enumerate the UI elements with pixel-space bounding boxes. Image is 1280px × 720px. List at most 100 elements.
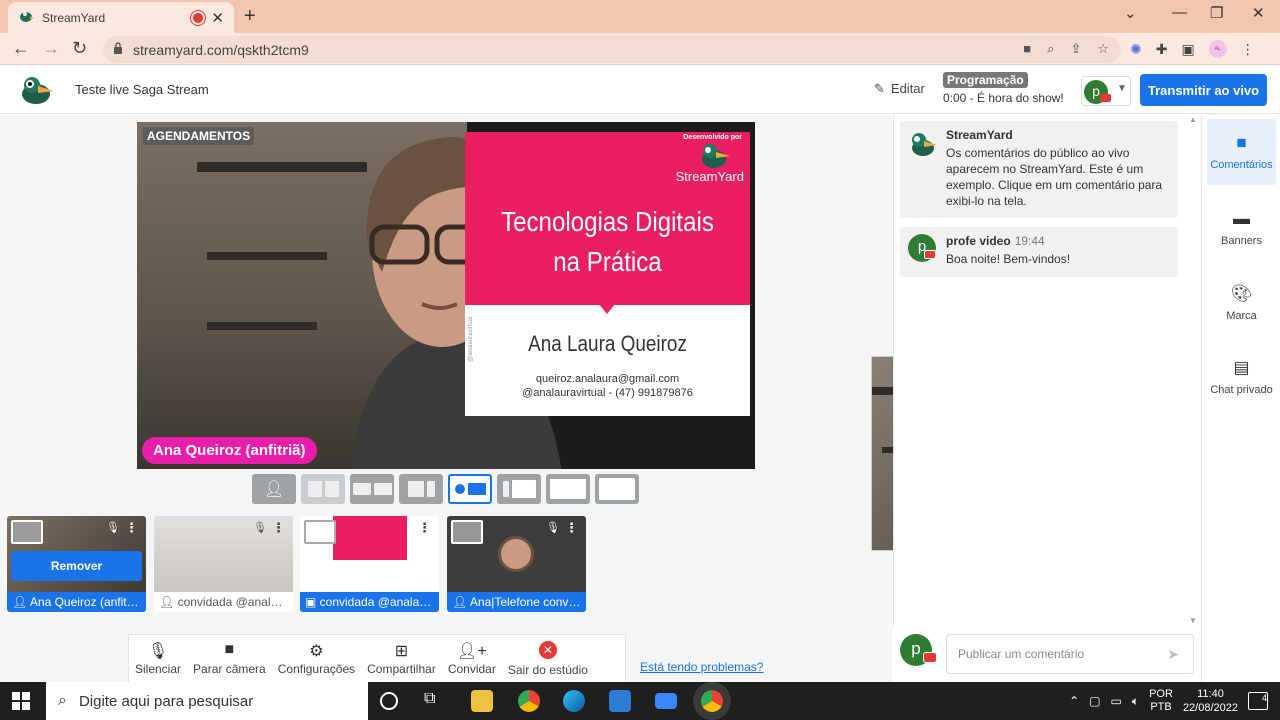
layout-solo-button[interactable]: 👤︎: [252, 474, 296, 504]
reload-icon[interactable]: ↻: [72, 38, 87, 59]
tab-brand[interactable]: 🎨︎ Marca: [1207, 270, 1276, 336]
layout-group-button[interactable]: [301, 474, 345, 504]
comment-author: profe video: [946, 234, 1011, 248]
comment-item[interactable]: p profe video 19:44 Boa noite! Bem-vindos…: [900, 227, 1178, 277]
send-icon[interactable]: ➤: [1167, 646, 1179, 663]
tab-comments[interactable]: ■ Comentários: [1207, 119, 1276, 185]
destination-selector[interactable]: p ▼: [1081, 76, 1131, 106]
browser-tab[interactable]: StreamYard ✕: [8, 2, 234, 33]
go-live-button[interactable]: Transmitir ao vivo: [1140, 74, 1267, 106]
edge-icon[interactable]: [563, 690, 585, 712]
participant-tile[interactable]: 🎙︎ ⋮ 👤︎ convidada @analauravirtual: [154, 516, 293, 612]
chrome-icon[interactable]: [518, 690, 540, 712]
volume-icon[interactable]: 🔈︎: [1132, 694, 1139, 709]
studio-toolbar: 🎙︎ Silenciar ■ Parar câmera ⚙ Configuraç…: [128, 634, 626, 682]
participant-tile[interactable]: 🎙︎ ⋮ 👤︎ Ana|Telefone convidada: [447, 516, 586, 612]
more-options-icon[interactable]: ⋮: [272, 520, 285, 536]
tab-search-chevron-icon[interactable]: ⌄: [1124, 4, 1137, 22]
more-options-icon[interactable]: ⋮: [125, 520, 138, 536]
zoom-icon[interactable]: ⌕: [1047, 41, 1054, 57]
layout-fullscreen-button[interactable]: [595, 474, 639, 504]
extension-gear-icon[interactable]: ✺: [1130, 41, 1142, 58]
leave-studio-button[interactable]: ✕ Sair do estúdio: [502, 635, 594, 682]
extensions-puzzle-icon[interactable]: ✚: [1156, 41, 1168, 58]
screen-icon: [467, 483, 486, 495]
url-field[interactable]: streamyard.com/qskth2tcm9 ■ ⌕ ⇪ ☆: [103, 36, 1121, 63]
settings-button[interactable]: ⚙ Configurações: [272, 635, 361, 682]
clock[interactable]: 11:40 22/08/2022: [1183, 687, 1238, 715]
edit-button[interactable]: ✎ Editar: [874, 81, 925, 97]
side-panel-icon[interactable]: ▣: [1181, 41, 1194, 58]
microphone-muted-icon[interactable]: 🎙︎: [253, 521, 267, 534]
browser-menu-icon[interactable]: ⋮: [1241, 41, 1255, 58]
tray-chevron-icon[interactable]: ⌃: [1069, 694, 1079, 708]
close-window-icon[interactable]: ✕: [1252, 4, 1265, 22]
profile-avatar[interactable]: ᴬᴸ: [1208, 40, 1227, 58]
help-link[interactable]: Está tendo problemas?: [640, 660, 763, 674]
gear-icon: ⚙: [309, 643, 324, 660]
layout-side-by-side-button[interactable]: [448, 474, 492, 504]
task-view-icon[interactable]: ⧉: [424, 690, 446, 712]
broadcast-title[interactable]: Teste live Saga Stream: [75, 82, 209, 97]
layout-block: [407, 481, 424, 497]
remove-from-stage-button[interactable]: Remover: [11, 551, 142, 581]
more-options-icon[interactable]: ⋮: [565, 520, 578, 536]
new-tab-button[interactable]: +: [244, 5, 256, 28]
url-text: streamyard.com/qskth2tcm9: [133, 41, 309, 58]
microphone-muted-icon[interactable]: 🎙︎: [546, 521, 560, 534]
layout-block: [599, 478, 635, 500]
lock-icon: [113, 42, 123, 57]
recording-indicator-icon: [193, 12, 204, 23]
mail-icon[interactable]: [655, 693, 677, 709]
streamyard-avatar-icon: [912, 133, 937, 156]
participant-tile[interactable]: ⋮ ▣ convidada @analauravirtual: [300, 516, 439, 612]
taskbar-search[interactable]: ⌕ Digite aqui para pesquisar: [46, 682, 368, 720]
bookmark-star-icon[interactable]: ☆: [1097, 41, 1109, 57]
restore-icon[interactable]: ❐: [1210, 4, 1223, 22]
share-screen-button[interactable]: ⊞ Compartilhar: [361, 635, 442, 682]
comment-item[interactable]: StreamYard Os comentários do público ao …: [900, 121, 1178, 218]
comments-scrollbar[interactable]: ▲ ▼: [1186, 115, 1200, 625]
cortana-icon[interactable]: [380, 692, 398, 710]
back-icon[interactable]: ←: [12, 38, 30, 59]
close-tab-icon[interactable]: ✕: [211, 9, 224, 27]
layout-block: [426, 481, 435, 497]
share-page-icon[interactable]: ⇪: [1070, 41, 1081, 57]
forward-icon[interactable]: →: [42, 38, 60, 59]
stop-camera-button[interactable]: ■ Parar câmera: [187, 635, 272, 682]
windows-start-icon[interactable]: [12, 692, 30, 710]
slide-notch: [599, 304, 615, 314]
scroll-down-icon[interactable]: ▼: [1189, 616, 1197, 625]
layout-sidebar-button[interactable]: [497, 474, 541, 504]
participant-label: ▣ convidada @analauravirtual: [300, 592, 439, 612]
tab-private-chat[interactable]: ▤ Chat privado: [1207, 344, 1276, 410]
slide-logo-icon: [702, 144, 730, 168]
notifications-icon[interactable]: 4: [1248, 692, 1268, 710]
participant-avatar: [498, 536, 534, 572]
mute-button[interactable]: 🎙︎ Silenciar: [129, 635, 187, 682]
host-name-label: Ana Queiroz (anfitriã): [142, 437, 317, 464]
store-icon[interactable]: [609, 690, 631, 712]
microphone-icon[interactable]: 🎙︎: [106, 521, 120, 534]
more-options-icon[interactable]: ⋮: [418, 520, 431, 536]
meet-now-icon[interactable]: ▢: [1089, 694, 1100, 708]
clock-date: 22/08/2022: [1182, 702, 1238, 714]
tab-banners[interactable]: ▬ Banners: [1207, 195, 1276, 261]
invite-button[interactable]: 👤︎+ Convidar: [442, 635, 502, 682]
layout-thin-button[interactable]: [399, 474, 443, 504]
comment-text: Os comentários do público ao vivo aparec…: [946, 146, 1163, 208]
comment-author: StreamYard: [946, 128, 1013, 142]
streamyard-logo-icon[interactable]: [18, 74, 56, 106]
file-explorer-icon[interactable]: [471, 690, 493, 712]
comment-input[interactable]: Publicar um comentário: [946, 634, 1194, 674]
palette-icon: 🎨︎: [1230, 284, 1253, 303]
tab-banners-label: Banners: [1221, 235, 1262, 247]
chrome-active-icon[interactable]: [701, 690, 723, 712]
layout-leader-button[interactable]: [350, 474, 394, 504]
layout-pip-button[interactable]: [546, 474, 590, 504]
minimize-icon[interactable]: —: [1172, 4, 1187, 21]
camera-in-use-icon[interactable]: ■: [1023, 41, 1031, 57]
battery-icon[interactable]: ▭: [1111, 694, 1122, 708]
language-indicator[interactable]: POR PTB: [1149, 688, 1173, 714]
scroll-up-icon[interactable]: ▲: [1189, 115, 1197, 124]
